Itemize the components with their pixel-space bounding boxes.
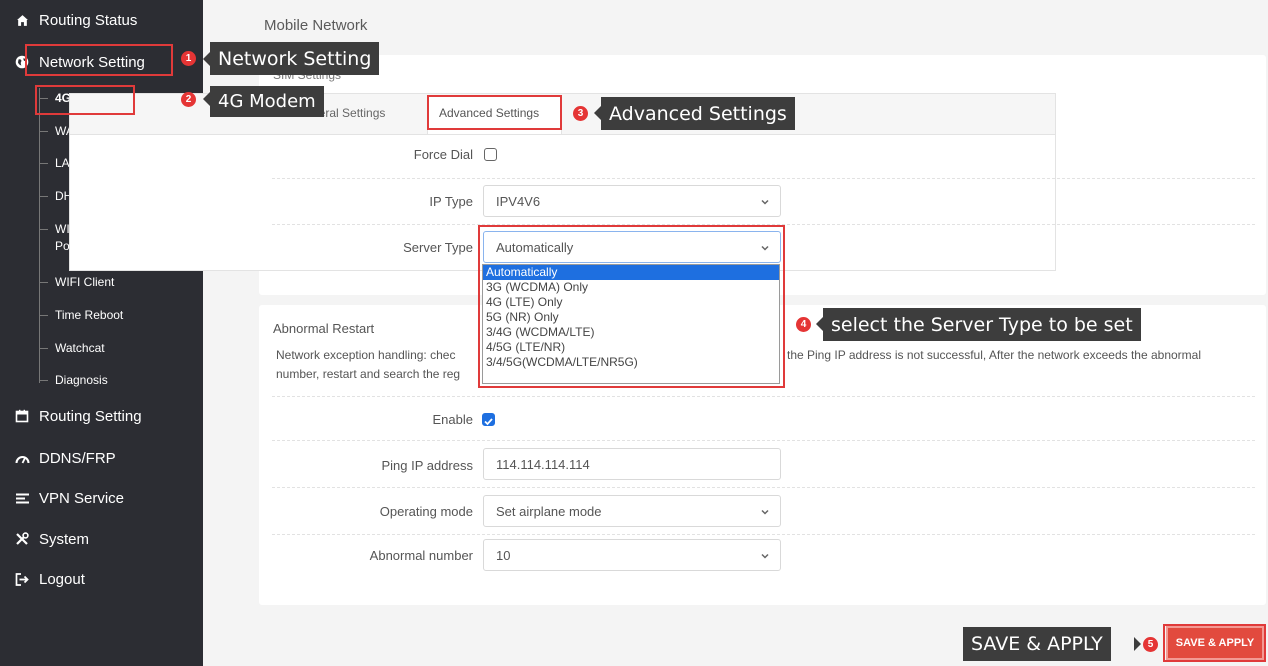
nav-vpn[interactable]: VPN Service (0, 480, 203, 516)
nav-routing-setting[interactable]: Routing Setting (0, 398, 203, 434)
server-type-option[interactable]: 3/4/5G(WCDMA/LTE/NR5G) (483, 355, 779, 370)
list-icon (11, 493, 33, 504)
abnormal-restart-desc-3: number, restart and search the reg (276, 367, 461, 381)
abnormal-number-value: 10 (496, 547, 511, 563)
callout-server-type: select the Server Type to be set (823, 308, 1141, 341)
row-divider (272, 224, 1255, 225)
ip-type-value: IPV4V6 (496, 193, 541, 209)
page-title: Mobile Network (264, 17, 368, 34)
step-badge-4: 4 (796, 317, 811, 332)
server-type-option[interactable]: 4G (LTE) Only (483, 295, 779, 310)
abnormal-number-label: Abnormal number (369, 548, 473, 563)
callout-arrow (816, 317, 823, 331)
save-apply-button[interactable]: SAVE & APPLY (1166, 626, 1264, 660)
callout-arrow (203, 52, 210, 66)
step-badge-1: 1 (181, 51, 196, 66)
nav-routing-status[interactable]: Routing Status (0, 2, 203, 38)
sidebar-item-watchcat[interactable]: Watchcat (0, 340, 203, 356)
nav-logout-label: Logout (39, 570, 85, 588)
callout-arrow (1134, 637, 1141, 651)
server-type-value: Automatically (496, 239, 574, 255)
operating-mode-select[interactable]: Set airplane mode (483, 495, 781, 527)
row-divider (272, 178, 1255, 179)
force-dial-checkbox[interactable] (484, 148, 497, 161)
callout-arrow (594, 106, 601, 120)
callout-network-setting: Network Setting (210, 42, 380, 75)
server-type-option[interactable]: 3/4G (WCDMA/LTE) (483, 325, 779, 340)
step-badge-5: 5 (1143, 637, 1158, 652)
nav-routing-setting-label: Routing Setting (39, 407, 142, 425)
gauge-icon (11, 453, 33, 464)
server-type-option[interactable]: 4/5G (LTE/NR) (483, 340, 779, 355)
row-divider (272, 487, 1255, 488)
sidebar-item-time-reboot[interactable]: Time Reboot (0, 307, 203, 323)
server-type-select[interactable]: Automatically (483, 231, 781, 263)
server-type-option[interactable]: 3G (WCDMA) Only (483, 280, 779, 295)
nav-network-setting-label: Network Setting (39, 53, 145, 71)
tools-icon (11, 532, 33, 546)
sidebar-item-wifi-client[interactable]: WIFI Client (0, 274, 203, 290)
ping-ip-input[interactable]: 114.114.114.114 (483, 448, 781, 480)
abnormal-restart-heading: Abnormal Restart (273, 321, 375, 336)
calendar-icon (11, 409, 33, 423)
ip-type-select[interactable]: IPV4V6 (483, 185, 781, 217)
chevron-down-icon (760, 241, 770, 256)
checkmark-icon (484, 418, 493, 426)
home-icon (11, 14, 33, 27)
nav-network-setting[interactable]: Network Setting (0, 44, 203, 80)
server-type-option[interactable]: 5G (NR) Only (483, 310, 779, 325)
row-divider (272, 534, 1255, 535)
nav-ddns-label: DDNS/FRP (39, 449, 116, 467)
operating-mode-value: Set airplane mode (496, 503, 602, 519)
enable-checkbox[interactable] (482, 413, 495, 426)
callout-arrow (203, 92, 210, 106)
nav-ddns[interactable]: DDNS/FRP (0, 440, 203, 476)
operating-mode-label: Operating mode (379, 504, 473, 519)
nav-system-label: System (39, 530, 90, 548)
row-divider (272, 440, 1255, 441)
logout-icon (11, 572, 33, 586)
chevron-down-icon (760, 195, 770, 210)
step-badge-3: 3 (573, 106, 588, 121)
callout-advanced-settings: Advanced Settings (601, 97, 795, 130)
chevron-down-icon (760, 549, 770, 564)
server-type-dropdown: Automatically 3G (WCDMA) Only 4G (LTE) O… (482, 264, 780, 384)
force-dial-label: Force Dial (413, 147, 473, 162)
enable-label: Enable (432, 412, 473, 427)
nav-vpn-label: VPN Service (39, 489, 125, 507)
nav-routing-status-label: Routing Status (39, 11, 138, 29)
abnormal-restart-desc-1: Network exception handling: chec (276, 348, 456, 362)
callout-save-apply: SAVE & APPLY (963, 627, 1111, 661)
server-type-option[interactable]: Automatically (483, 265, 779, 280)
nav-system[interactable]: System (0, 521, 203, 557)
sidebar-item-diagnosis[interactable]: Diagnosis (0, 372, 203, 388)
step-badge-2: 2 (181, 92, 196, 107)
tab-advanced-settings[interactable]: Advanced Settings (439, 106, 539, 120)
nav-logout[interactable]: Logout (0, 561, 203, 597)
row-divider (272, 396, 1255, 397)
callout-4g-modem: 4G Modem (210, 86, 324, 117)
abnormal-number-select[interactable]: 10 (483, 539, 781, 571)
globe-icon (11, 55, 33, 69)
ping-ip-value: 114.114.114.114 (496, 456, 590, 472)
abnormal-restart-desc-2: the Ping IP address is not successful, A… (787, 348, 1202, 362)
ping-ip-label: Ping IP address (381, 458, 473, 473)
chevron-down-icon (760, 505, 770, 520)
ip-type-label: IP Type (429, 194, 473, 209)
server-type-label: Server Type (403, 240, 473, 255)
